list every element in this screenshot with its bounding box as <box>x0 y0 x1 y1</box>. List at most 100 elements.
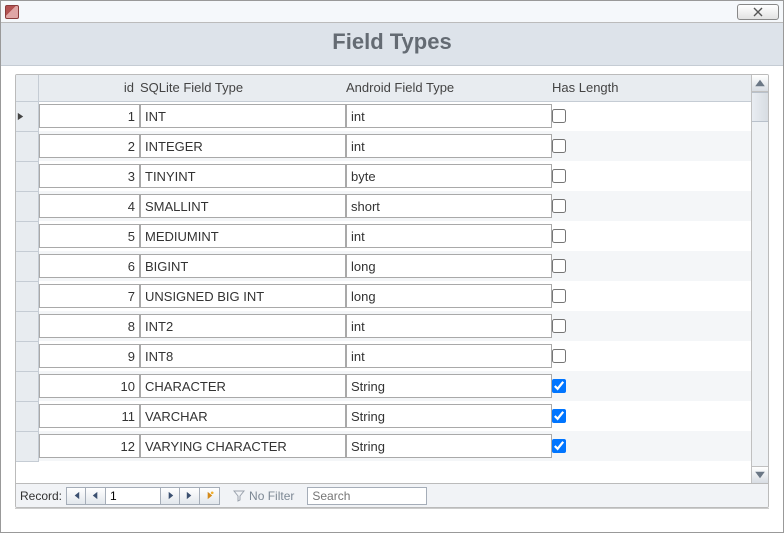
row-selector[interactable] <box>16 101 38 131</box>
col-header-id[interactable]: id <box>38 75 140 101</box>
col-header-android[interactable]: Android Field Type <box>346 75 552 101</box>
scroll-thumb[interactable] <box>752 92 768 122</box>
col-header-has[interactable]: Has Length <box>552 75 644 101</box>
sqlite-input[interactable] <box>140 374 346 398</box>
row-selector-header[interactable] <box>16 75 38 101</box>
page-title: Field Types <box>1 23 783 66</box>
android-input[interactable] <box>346 104 552 128</box>
col-header-sqlite[interactable]: SQLite Field Type <box>140 75 346 101</box>
android-input[interactable] <box>346 194 552 218</box>
has-length-checkbox[interactable] <box>552 229 566 243</box>
table-row <box>16 431 751 461</box>
nav-last-button[interactable] <box>180 487 200 505</box>
table-row <box>16 191 751 221</box>
row-selector[interactable] <box>16 131 38 161</box>
header-row: id SQLite Field Type Android Field Type … <box>16 75 751 101</box>
nav-record-input[interactable] <box>106 487 160 505</box>
has-length-checkbox[interactable] <box>552 409 566 423</box>
id-input[interactable] <box>39 404 141 428</box>
record-navigator: Record: No Filter <box>16 483 768 507</box>
row-selector[interactable] <box>16 341 38 371</box>
nav-prev-button[interactable] <box>86 487 106 505</box>
id-input[interactable] <box>39 314 141 338</box>
id-input[interactable] <box>39 224 141 248</box>
android-input[interactable] <box>346 254 552 278</box>
form-window: Field Types id SQLite Field Type Android… <box>0 0 784 533</box>
funnel-icon <box>233 490 245 502</box>
nav-new-button[interactable] <box>200 487 220 505</box>
id-input[interactable] <box>39 194 141 218</box>
android-input[interactable] <box>346 224 552 248</box>
id-input[interactable] <box>39 104 141 128</box>
has-length-checkbox[interactable] <box>552 259 566 273</box>
search-input[interactable] <box>307 487 427 505</box>
table-row <box>16 281 751 311</box>
row-selector[interactable] <box>16 251 38 281</box>
has-length-checkbox[interactable] <box>552 439 566 453</box>
sqlite-input[interactable] <box>140 164 346 188</box>
close-button[interactable] <box>737 4 779 20</box>
sqlite-input[interactable] <box>140 224 346 248</box>
android-input[interactable] <box>346 434 552 458</box>
table-row <box>16 131 751 161</box>
sqlite-input[interactable] <box>140 344 346 368</box>
id-input[interactable] <box>39 164 141 188</box>
id-input[interactable] <box>39 254 141 278</box>
android-input[interactable] <box>346 164 552 188</box>
table-row <box>16 311 751 341</box>
row-selector[interactable] <box>16 281 38 311</box>
has-length-checkbox[interactable] <box>552 289 566 303</box>
id-input[interactable] <box>39 344 141 368</box>
sqlite-input[interactable] <box>140 104 346 128</box>
sqlite-input[interactable] <box>140 254 346 278</box>
form-icon <box>5 5 19 19</box>
id-input[interactable] <box>39 284 141 308</box>
sqlite-input[interactable] <box>140 404 346 428</box>
id-input[interactable] <box>39 134 141 158</box>
table-row <box>16 221 751 251</box>
sqlite-input[interactable] <box>140 134 346 158</box>
current-row-icon <box>16 112 25 121</box>
nav-first-button[interactable] <box>66 487 86 505</box>
has-length-checkbox[interactable] <box>552 199 566 213</box>
outer-nav-spacer <box>15 508 769 526</box>
scroll-up-button[interactable] <box>752 75 768 92</box>
android-input[interactable] <box>346 284 552 308</box>
has-length-checkbox[interactable] <box>552 349 566 363</box>
col-header-blank <box>644 75 751 101</box>
sqlite-input[interactable] <box>140 194 346 218</box>
sqlite-input[interactable] <box>140 434 346 458</box>
has-length-checkbox[interactable] <box>552 379 566 393</box>
row-selector[interactable] <box>16 311 38 341</box>
row-selector[interactable] <box>16 221 38 251</box>
row-selector[interactable] <box>16 191 38 221</box>
table-row <box>16 101 751 131</box>
row-selector[interactable] <box>16 371 38 401</box>
id-input[interactable] <box>39 434 141 458</box>
table-row <box>16 341 751 371</box>
android-input[interactable] <box>346 344 552 368</box>
record-label: Record: <box>20 489 62 503</box>
android-input[interactable] <box>346 314 552 338</box>
android-input[interactable] <box>346 134 552 158</box>
nav-next-button[interactable] <box>160 487 180 505</box>
no-filter[interactable]: No Filter <box>226 487 301 505</box>
row-selector[interactable] <box>16 161 38 191</box>
id-input[interactable] <box>39 374 141 398</box>
row-selector[interactable] <box>16 431 38 461</box>
data-grid: id SQLite Field Type Android Field Type … <box>16 75 751 462</box>
android-input[interactable] <box>346 374 552 398</box>
table-row <box>16 251 751 281</box>
has-length-checkbox[interactable] <box>552 169 566 183</box>
has-length-checkbox[interactable] <box>552 319 566 333</box>
scroll-down-button[interactable] <box>752 466 768 483</box>
titlebar <box>1 1 783 23</box>
has-length-checkbox[interactable] <box>552 109 566 123</box>
datasheet: id SQLite Field Type Android Field Type … <box>15 74 769 508</box>
row-selector[interactable] <box>16 401 38 431</box>
has-length-checkbox[interactable] <box>552 139 566 153</box>
android-input[interactable] <box>346 404 552 428</box>
sqlite-input[interactable] <box>140 284 346 308</box>
sqlite-input[interactable] <box>140 314 346 338</box>
vertical-scrollbar[interactable] <box>751 75 768 483</box>
